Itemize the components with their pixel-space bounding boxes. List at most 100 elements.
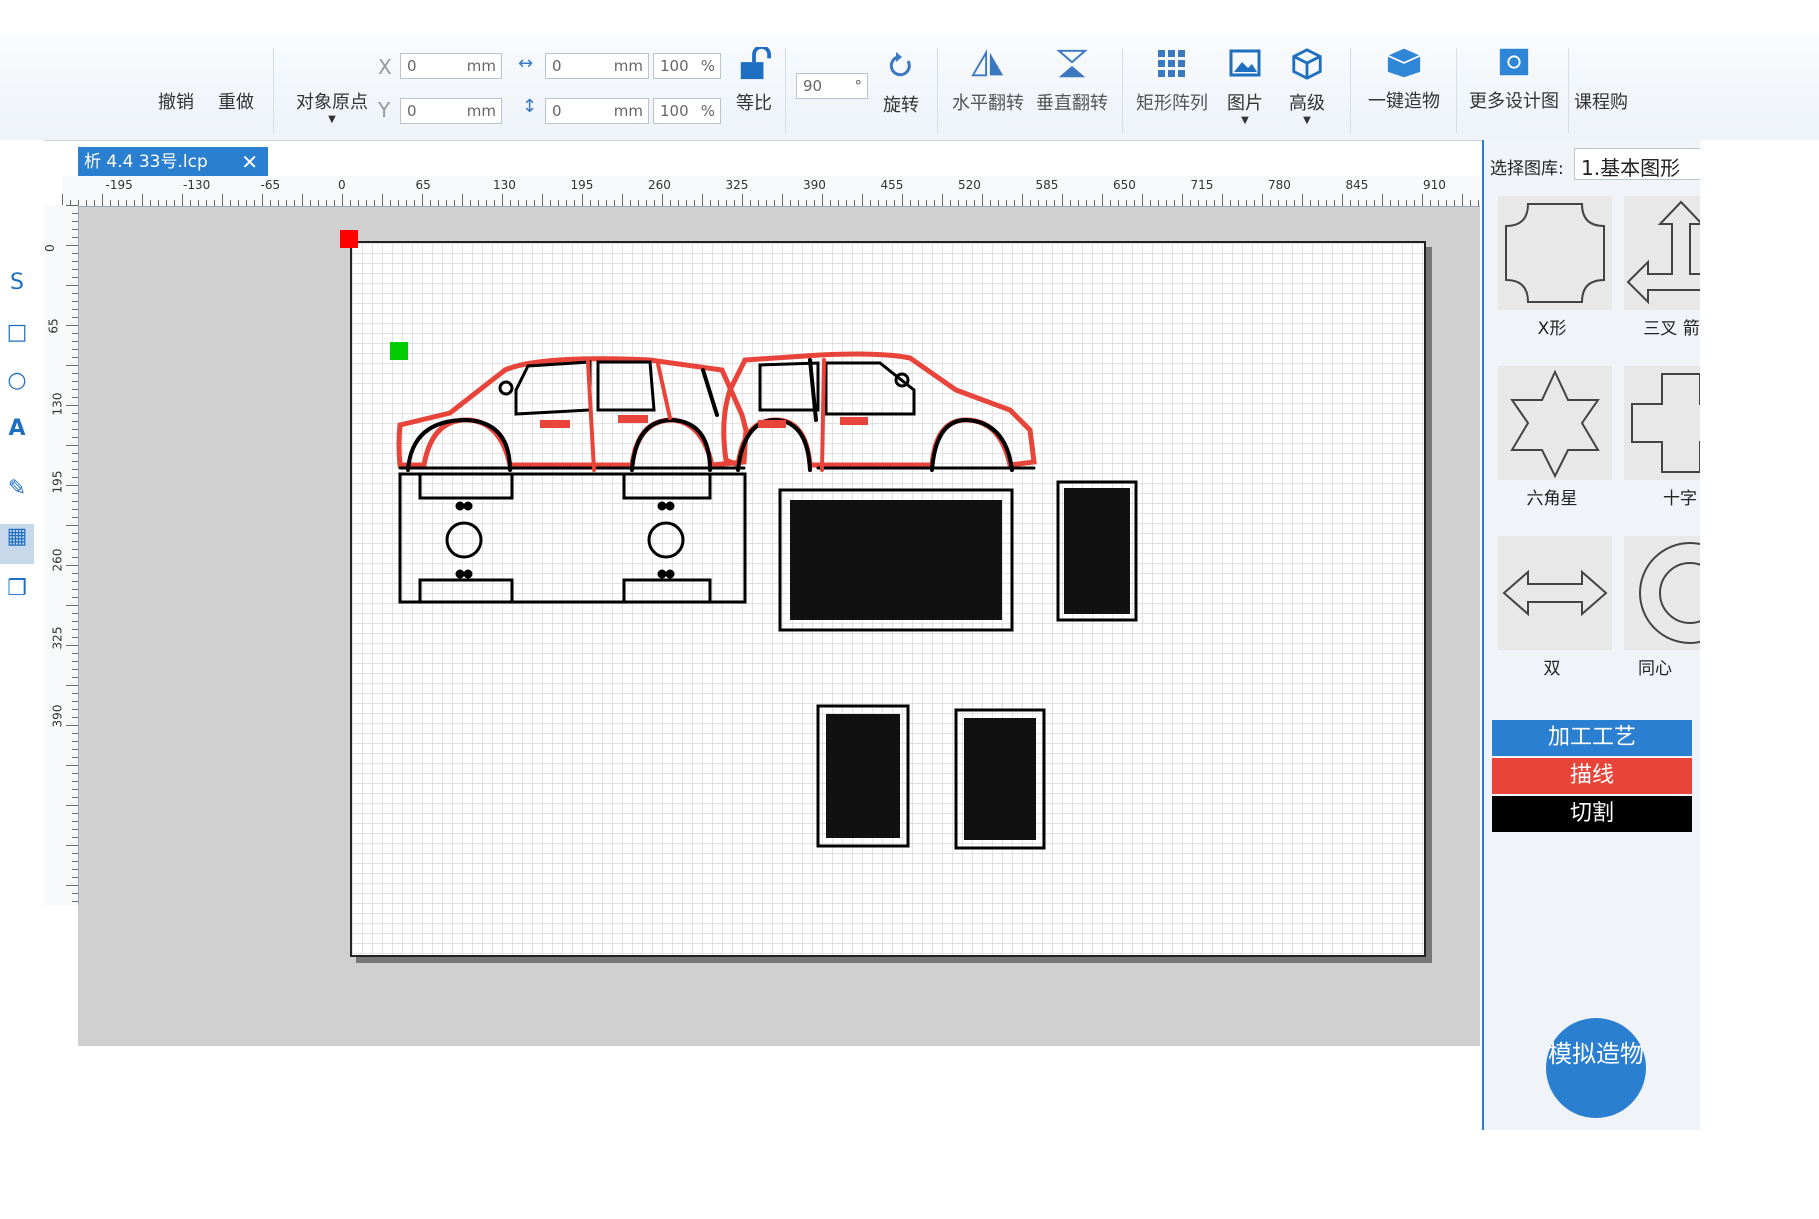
start-marker [340,230,358,248]
ruler-tick [294,200,295,206]
ruler-tick [1062,194,1063,206]
ruler-tick [72,757,78,758]
process-trace-button[interactable]: 描线 [1492,758,1692,794]
ruler-tick [72,661,78,662]
rotate-button[interactable]: 旋转 [876,49,926,117]
ellipse-tool-icon[interactable]: ○ [0,368,34,393]
ruler-tick [1246,200,1247,206]
ruler-tick-label: 65 [46,318,61,334]
horizontal-flip-button[interactable]: 水平翻转 [948,47,1028,115]
design-drawing[interactable] [340,230,1440,970]
vertical-flip-button[interactable]: 垂直翻转 [1032,47,1112,115]
ruler-tick [502,194,503,206]
width-input[interactable]: 0 mm [545,53,649,79]
shape-x[interactable] [1498,196,1612,310]
x-axis-label: X [378,55,392,79]
shape-x-label: X形 [1537,319,1567,339]
document-tab[interactable]: 析 4.4 33号.lcp ✕ [78,147,268,177]
ruler-tick [806,200,807,206]
y-position-input[interactable]: 0 mm [400,98,502,124]
image-button[interactable]: 图片 ▼ [1220,47,1270,126]
chassis-plate[interactable] [398,472,747,604]
ruler-tick [838,200,839,206]
ruler-tick [72,509,78,510]
ruler-tick [1118,200,1119,206]
ruler-tick-label: 325 [725,178,749,192]
shape-hexagram[interactable] [1498,366,1612,480]
ruler-tick [72,853,78,854]
cube-icon [1292,48,1322,80]
hatched-panel-rear[interactable] [954,708,1046,850]
ruler-tick [1166,200,1167,206]
ruler-tick [398,200,399,206]
ruler-tick [1150,200,1151,206]
ruler-tick [94,200,95,206]
ruler-tick [1182,194,1183,206]
process-cut-button[interactable]: 切割 [1492,796,1692,832]
bezier-tool-icon[interactable]: S [0,270,34,295]
hatched-panel-side[interactable] [1056,480,1138,622]
object-origin-button[interactable]: 对象原点 ▼ [284,88,380,125]
undo-button[interactable]: 撤销 [148,88,204,114]
angle-input[interactable]: 90 ° [796,73,868,99]
ruler-tick [134,200,135,206]
ruler-tick [72,501,78,502]
grid-tool-icon[interactable]: ▦ [0,524,34,564]
ruler-tick [1470,200,1471,206]
ruler-tick-label: -195 [105,178,133,192]
ruler-tick [878,200,879,206]
ruler-tick [72,829,78,830]
width-percent-input[interactable]: 100% [653,53,721,79]
simulate-button[interactable]: 模拟造物 [1546,1018,1646,1118]
separator [937,48,938,133]
more-designs-button[interactable]: 更多设计图 [1462,45,1566,113]
ruler-tick [438,200,439,206]
car-side-left[interactable] [396,356,749,472]
shape-double-arrow[interactable] [1498,536,1612,650]
ruler-tick [598,200,599,206]
text-tool-icon[interactable]: A [0,416,34,441]
hatched-panel-front[interactable] [816,704,910,848]
ruler-tick-label: 780 [1268,178,1291,192]
ratio-lock-button[interactable]: 等比 [728,47,780,115]
x-position-input[interactable]: 0 mm [400,53,502,79]
course-button[interactable]: 课程购 [1574,88,1644,114]
car-side-right[interactable] [721,351,1037,472]
ruler-tick [934,200,935,206]
rect-array-button[interactable]: 矩形阵列 [1130,47,1214,115]
ruler-tick [72,533,78,534]
ruler-tick [66,485,78,486]
page-tool-icon[interactable]: ❒ [0,576,34,601]
ruler-tick [942,194,943,206]
ruler-tick [430,200,431,206]
ruler-tick [726,200,727,206]
width-icon: ↔ [518,53,534,74]
redo-button[interactable]: 重做 [208,88,264,114]
ruler-tick [1086,200,1087,206]
pen-tool-icon[interactable]: ✎ [0,476,34,501]
ruler-tick [66,405,78,406]
ruler-tick [1278,200,1279,206]
ruler-tick [926,200,927,206]
ruler-tick [118,200,119,206]
ruler-tick [72,597,78,598]
ruler-tick [72,421,78,422]
ruler-tick-label: 260 [50,548,65,572]
height-percent-input[interactable]: 100% [653,98,721,124]
close-icon[interactable]: ✕ [241,147,258,177]
chevron-down-icon: ▼ [1303,115,1311,126]
ruler-tick [66,645,78,646]
ruler-tick [462,194,463,206]
ruler-tick [390,200,391,206]
rectangle-tool-icon[interactable]: □ [0,320,34,345]
hatched-panel-large[interactable] [778,488,1014,632]
ruler-tick [72,461,78,462]
ruler-tick [72,901,78,902]
ruler-tick [486,200,487,206]
ruler-tick [782,194,783,206]
height-input[interactable]: 0 mm [545,98,649,124]
ruler-tick [198,200,199,206]
advanced-button[interactable]: 高级 ▼ [1282,47,1332,126]
one-click-make-button[interactable]: 一键造物 [1360,45,1448,113]
separator [1122,48,1123,133]
